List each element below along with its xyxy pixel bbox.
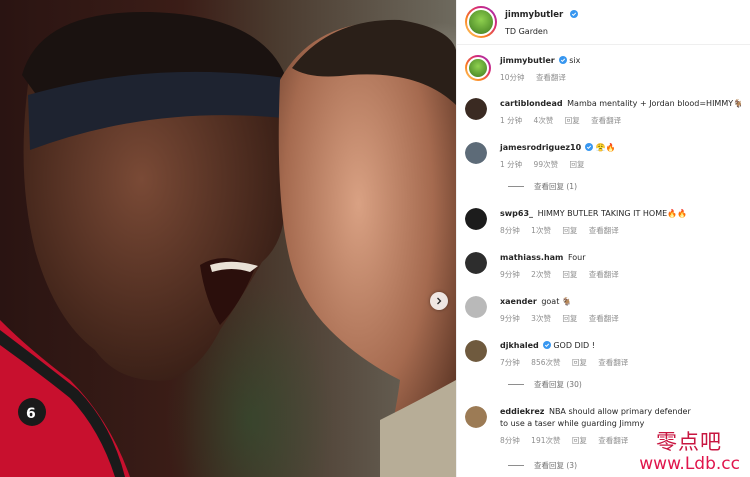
comment-content: HIMMY BUTLER TAKING IT HOME🔥🔥 [537,209,688,218]
likes-count[interactable]: 99次赞 [534,160,559,169]
reply-button[interactable]: 回复 [572,358,587,367]
view-replies-label[interactable]: 查看回复 (30) [534,379,582,390]
commenter-avatar[interactable] [465,340,487,362]
comment-username[interactable]: swp63_ [500,209,533,218]
author-avatar[interactable] [465,6,497,38]
photo-artwork: 6 [0,11,456,477]
comment-username[interactable]: djkhaled [500,341,539,350]
likes-count[interactable]: 1次赞 [531,226,551,235]
watermark-url: www.Ldb.cc [639,454,740,474]
comment-username[interactable]: eddiekrez [500,407,544,416]
comment-content: Four [567,253,586,262]
verified-badge-icon [558,56,567,64]
post-photo[interactable]: 6 [0,0,456,477]
commenter-avatar[interactable] [465,98,487,120]
translate-link[interactable]: 查看翻译 [598,436,628,445]
likes-count[interactable]: 2次赞 [531,270,551,279]
reply-button[interactable]: 回复 [562,314,577,323]
comment-content: Mamba mentality + Jordan blood=HIMMY🐐 [567,99,744,108]
comment-username[interactable]: jimmybutler [500,56,555,65]
likes-count[interactable]: 191次赞 [531,436,560,445]
comment-username[interactable]: xaender [500,297,537,306]
comment-time: 9分钟 [500,270,520,279]
reply-button[interactable]: 回复 [562,270,577,279]
comment-time: 10分钟 [500,73,525,82]
comment-text: swp63_ HIMMY BUTLER TAKING IT HOME🔥🔥 [500,208,750,220]
comment-text: cartiblondead Mamba mentality + Jordan b… [500,98,750,110]
translate-link[interactable]: 查看翻译 [536,73,566,82]
replies-divider [508,384,524,385]
comment-text: djkhaled GOD DID ! [500,340,750,352]
translate-link[interactable]: 查看翻译 [589,314,619,323]
likes-count[interactable]: 3次赞 [531,314,551,323]
comment-username[interactable]: cartiblondead [500,99,563,108]
view-replies-button[interactable]: 查看回复 (1) [508,181,577,192]
reply-button[interactable]: 回复 [569,160,584,169]
comment-time: 1 分钟 [500,160,523,169]
chevron-right-icon [437,297,442,305]
comment-time: 9分钟 [500,314,520,323]
likes-count[interactable]: 856次赞 [531,358,560,367]
comment-meta: 7分钟 856次赞 回复 查看翻译 [500,357,637,368]
carousel-next-button[interactable] [430,292,448,310]
likes-count[interactable]: 4次赞 [534,116,554,125]
caption-text: jimmybutler six [500,55,750,67]
comment-meta: 10分钟 查看翻译 [500,72,575,83]
comment-text: xaender goat 🐐 [500,296,750,308]
commenter-avatar[interactable] [465,252,487,274]
author-avatar[interactable] [465,55,491,81]
reply-button[interactable]: 回复 [565,116,580,125]
comment-content: 😤🔥 [595,143,616,152]
translate-link[interactable]: 查看翻译 [589,270,619,279]
comment-time: 8分钟 [500,436,520,445]
comment-text: mathiass.ham Four [500,252,750,264]
commenter-avatar[interactable] [465,142,487,164]
translate-link[interactable]: 查看翻译 [591,116,621,125]
comment-time: 8分钟 [500,226,520,235]
view-replies-label[interactable]: 查看回复 (1) [534,181,577,192]
post-location[interactable]: TD Garden [505,25,578,39]
commenter-avatar[interactable] [465,406,487,428]
comment-meta: 8分钟 191次赞 回复 查看翻译 [500,435,637,446]
post-header: jimmybutler TD Garden [457,0,750,45]
comment-time: 1 分钟 [500,116,523,125]
replies-divider [508,186,524,187]
comment-meta: 1 分钟 4次赞 回复 查看翻译 [500,115,630,126]
reply-button[interactable]: 回复 [562,226,577,235]
caption-content: six [569,56,581,65]
comment-time: 7分钟 [500,358,520,367]
commenter-avatar[interactable] [465,208,487,230]
replies-divider [508,465,524,466]
comment-username[interactable]: jamesrodriguez10 [500,143,581,152]
translate-link[interactable]: 查看翻译 [598,358,628,367]
verified-badge-icon [542,341,551,349]
comment-meta: 9分钟 2次赞 回复 查看翻译 [500,269,628,280]
comment-content: GOD DID ! [553,341,595,350]
comment-content: goat 🐐 [541,297,572,306]
watermark-title: 零点吧 [656,430,722,454]
verified-badge-icon [570,10,579,18]
comment-text: jamesrodriguez10 😤🔥 [500,142,750,154]
svg-text:6: 6 [26,406,36,422]
commenter-avatar[interactable] [465,296,487,318]
comments-panel: jimmybutler TD Garden jimmybutler six 10… [456,0,750,477]
reply-button[interactable]: 回复 [572,436,587,445]
author-username[interactable]: jimmybutler [505,10,563,20]
comment-meta: 8分钟 1次赞 回复 查看翻译 [500,225,628,236]
view-replies-label[interactable]: 查看回复 (3) [534,460,577,471]
comment-username[interactable]: mathiass.ham [500,253,563,262]
comment-meta: 1 分钟 99次赞 回复 [500,159,593,170]
verified-badge-icon [585,143,594,151]
view-replies-button[interactable]: 查看回复 (30) [508,379,582,390]
view-replies-button[interactable]: 查看回复 (3) [508,460,577,471]
comment-meta: 9分钟 3次赞 回复 查看翻译 [500,313,628,324]
translate-link[interactable]: 查看翻译 [589,226,619,235]
